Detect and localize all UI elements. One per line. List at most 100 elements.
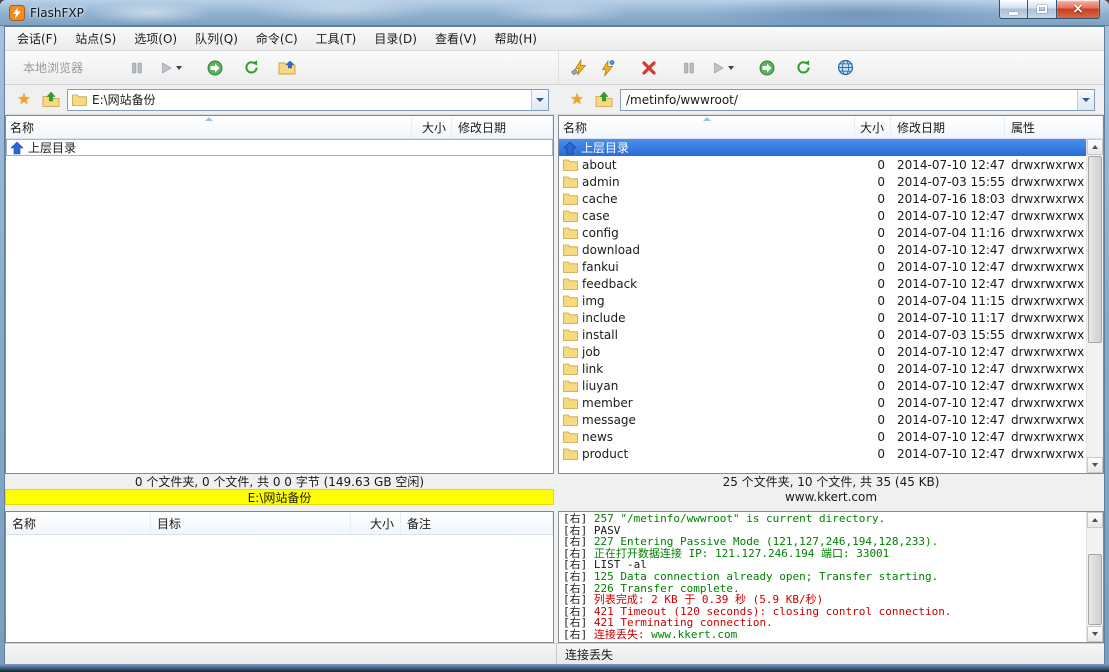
remote-header-name[interactable]: 名称 bbox=[559, 116, 855, 138]
remote-file-row[interactable]: news 0 2014-07-10 12:47 drwxrwxrwx bbox=[559, 428, 1086, 445]
remote-file-row[interactable]: job 0 2014-07-10 12:47 drwxrwxrwx bbox=[559, 343, 1086, 360]
remote-file-row[interactable]: install 0 2014-07-03 15:55 drwxrwxrwx bbox=[559, 326, 1086, 343]
remote-header-date[interactable]: 修改日期 bbox=[891, 116, 1005, 138]
menu-item-2[interactable]: 站点(S) bbox=[66, 26, 125, 51]
remote-parent-directory-button[interactable] bbox=[593, 89, 615, 111]
local-browse-folder-button[interactable] bbox=[273, 55, 301, 81]
remote-file-row[interactable]: feedback 0 2014-07-10 12:47 drwxrwxrwx bbox=[559, 275, 1086, 292]
remote-file-row[interactable]: download 0 2014-07-10 12:47 drwxrwxrwx bbox=[559, 241, 1086, 258]
scroll-up-button[interactable] bbox=[1087, 139, 1103, 155]
file-name: admin bbox=[582, 175, 620, 189]
remote-header-attr[interactable]: 属性 bbox=[1005, 116, 1103, 138]
menu-item-7[interactable]: 目录(D) bbox=[365, 26, 426, 51]
local-transfer-button[interactable] bbox=[201, 55, 229, 81]
file-attr: drwxrwxrwx bbox=[1005, 379, 1086, 393]
client-area: 会话(F)站点(S)选项(O)队列(Q)命令(C)工具(T)目录(D)查看(V)… bbox=[4, 26, 1105, 664]
queue-header-target[interactable]: 目标 bbox=[151, 512, 351, 534]
log-scrollbar[interactable] bbox=[1086, 512, 1103, 642]
remote-favorites-button[interactable]: ★ bbox=[566, 89, 588, 111]
remote-file-listbox: 名称 大小 修改日期 属性 上层目录 about 0 bbox=[558, 115, 1104, 474]
file-name: img bbox=[582, 294, 605, 308]
menu-item-9[interactable]: 帮助(H) bbox=[486, 26, 546, 51]
remote-file-row[interactable]: include 0 2014-07-10 11:17 drwxrwxrwx bbox=[559, 309, 1086, 326]
maximize-button[interactable] bbox=[1028, 0, 1056, 19]
queue-header-name[interactable]: 名称 bbox=[6, 512, 151, 534]
local-pause-button[interactable] bbox=[123, 55, 151, 81]
scrollbar-thumb[interactable] bbox=[1088, 554, 1102, 625]
scroll-down-button[interactable] bbox=[1087, 457, 1103, 473]
menu-item-6[interactable]: 工具(T) bbox=[307, 26, 366, 51]
minimize-button[interactable] bbox=[999, 0, 1028, 19]
local-path-dropdown-button[interactable] bbox=[531, 90, 548, 110]
remote-file-row[interactable]: cache 0 2014-07-16 18:03 drwxrwxrwx bbox=[559, 190, 1086, 207]
quick-connect-button[interactable] bbox=[593, 55, 621, 81]
remote-file-row[interactable]: about 0 2014-07-10 12:47 drwxrwxrwx bbox=[559, 156, 1086, 173]
menu-item-8[interactable]: 查看(V) bbox=[426, 26, 486, 51]
remote-file-row[interactable]: member 0 2014-07-10 12:47 drwxrwxrwx bbox=[559, 394, 1086, 411]
local-header-name[interactable]: 名称 bbox=[6, 116, 412, 138]
file-date: 2014-07-10 12:47 bbox=[891, 430, 1005, 444]
local-browser-label[interactable]: 本地浏览器 bbox=[15, 55, 91, 80]
remote-path-dropdown-button[interactable] bbox=[1077, 90, 1094, 110]
connect-button[interactable] bbox=[565, 55, 593, 81]
local-parent-directory-row[interactable]: 上层目录 bbox=[6, 139, 553, 156]
scroll-up-button[interactable] bbox=[1087, 512, 1103, 528]
remote-file-row[interactable]: img 0 2014-07-04 11:15 drwxrwxrwx bbox=[559, 292, 1086, 309]
log-link[interactable]: www.kkert.com bbox=[651, 628, 737, 641]
local-parent-directory-button[interactable] bbox=[40, 89, 62, 111]
remote-file-row[interactable]: message 0 2014-07-10 12:47 drwxrwxrwx bbox=[559, 411, 1086, 428]
scrollbar-track[interactable] bbox=[1087, 528, 1103, 626]
menu-item-1[interactable]: 会话(F) bbox=[8, 26, 66, 51]
local-column-header: 名称 大小 修改日期 bbox=[6, 116, 553, 139]
quick-connect-bolt-icon bbox=[598, 59, 616, 77]
remote-refresh-button[interactable] bbox=[789, 55, 817, 81]
remote-file-row[interactable]: admin 0 2014-07-03 15:55 drwxrwxrwx bbox=[559, 173, 1086, 190]
file-attr: drwxrwxrwx bbox=[1005, 277, 1086, 291]
folder-up-icon bbox=[42, 92, 60, 108]
abort-button[interactable] bbox=[635, 55, 663, 81]
file-date: 2014-07-03 15:55 bbox=[891, 175, 1005, 189]
file-size: 0 bbox=[855, 328, 891, 342]
close-button[interactable]: × bbox=[1056, 0, 1100, 19]
window-controls: × bbox=[999, 0, 1100, 19]
remote-file-row[interactable]: config 0 2014-07-04 11:16 drwxrwxrwx bbox=[559, 224, 1086, 241]
local-favorites-button[interactable]: ★ bbox=[13, 89, 35, 111]
local-header-date[interactable]: 修改日期 bbox=[452, 116, 553, 138]
remote-file-row[interactable]: case 0 2014-07-10 12:47 drwxrwxrwx bbox=[559, 207, 1086, 224]
local-path-combobox[interactable]: E:\网站备份 bbox=[67, 89, 549, 111]
file-size: 0 bbox=[855, 379, 891, 393]
remote-list-scrollbar[interactable] bbox=[1086, 139, 1103, 473]
remote-file-row[interactable]: product 0 2014-07-10 12:47 drwxrwxrwx bbox=[559, 445, 1086, 462]
scroll-down-button[interactable] bbox=[1087, 626, 1103, 642]
menu-item-3[interactable]: 选项(O) bbox=[125, 26, 186, 51]
queue-header-note[interactable]: 备注 bbox=[401, 512, 553, 534]
file-size: 0 bbox=[855, 209, 891, 223]
local-refresh-button[interactable] bbox=[237, 55, 265, 81]
remote-path-combobox[interactable]: /metinfo/wwwroot/ bbox=[620, 89, 1095, 111]
scrollbar-thumb[interactable] bbox=[1088, 156, 1102, 343]
remote-file-row[interactable]: link 0 2014-07-10 12:47 drwxrwxrwx bbox=[559, 360, 1086, 377]
scrollbar-track[interactable] bbox=[1087, 155, 1103, 457]
queue-header-size[interactable]: 大小 bbox=[351, 512, 401, 534]
queue-listbox: 名称 目标 大小 备注 bbox=[5, 511, 554, 643]
file-name: member bbox=[582, 396, 633, 410]
remote-header-size[interactable]: 大小 bbox=[855, 116, 891, 138]
remote-file-row[interactable]: liuyan 0 2014-07-10 12:47 drwxrwxrwx bbox=[559, 377, 1086, 394]
menu-item-4[interactable]: 队列(Q) bbox=[186, 26, 247, 51]
site-globe-button[interactable] bbox=[831, 55, 859, 81]
local-current-path-bar: E:\网站备份 bbox=[5, 489, 554, 505]
file-date: 2014-07-10 12:47 bbox=[891, 447, 1005, 461]
title-bar[interactable]: FlashFXP × bbox=[0, 0, 1109, 26]
file-size: 0 bbox=[855, 243, 891, 257]
file-size: 0 bbox=[855, 277, 891, 291]
remote-file-row[interactable]: fankui 0 2014-07-10 12:47 drwxrwxrwx bbox=[559, 258, 1086, 275]
remote-parent-directory-row[interactable]: 上层目录 bbox=[559, 139, 1086, 156]
remote-transfer-button[interactable] bbox=[753, 55, 781, 81]
local-pane: 名称 大小 修改日期 上层目录 0 个文件夹, 0 个文件, 共 0 0 bbox=[5, 115, 554, 505]
local-start-queue-button[interactable] bbox=[151, 55, 189, 81]
remote-start-queue-button[interactable] bbox=[703, 55, 741, 81]
menu-item-5[interactable]: 命令(C) bbox=[247, 26, 307, 51]
queue-pane: 名称 目标 大小 备注 bbox=[5, 511, 554, 643]
remote-pause-button[interactable] bbox=[675, 55, 703, 81]
local-header-size[interactable]: 大小 bbox=[412, 116, 452, 138]
